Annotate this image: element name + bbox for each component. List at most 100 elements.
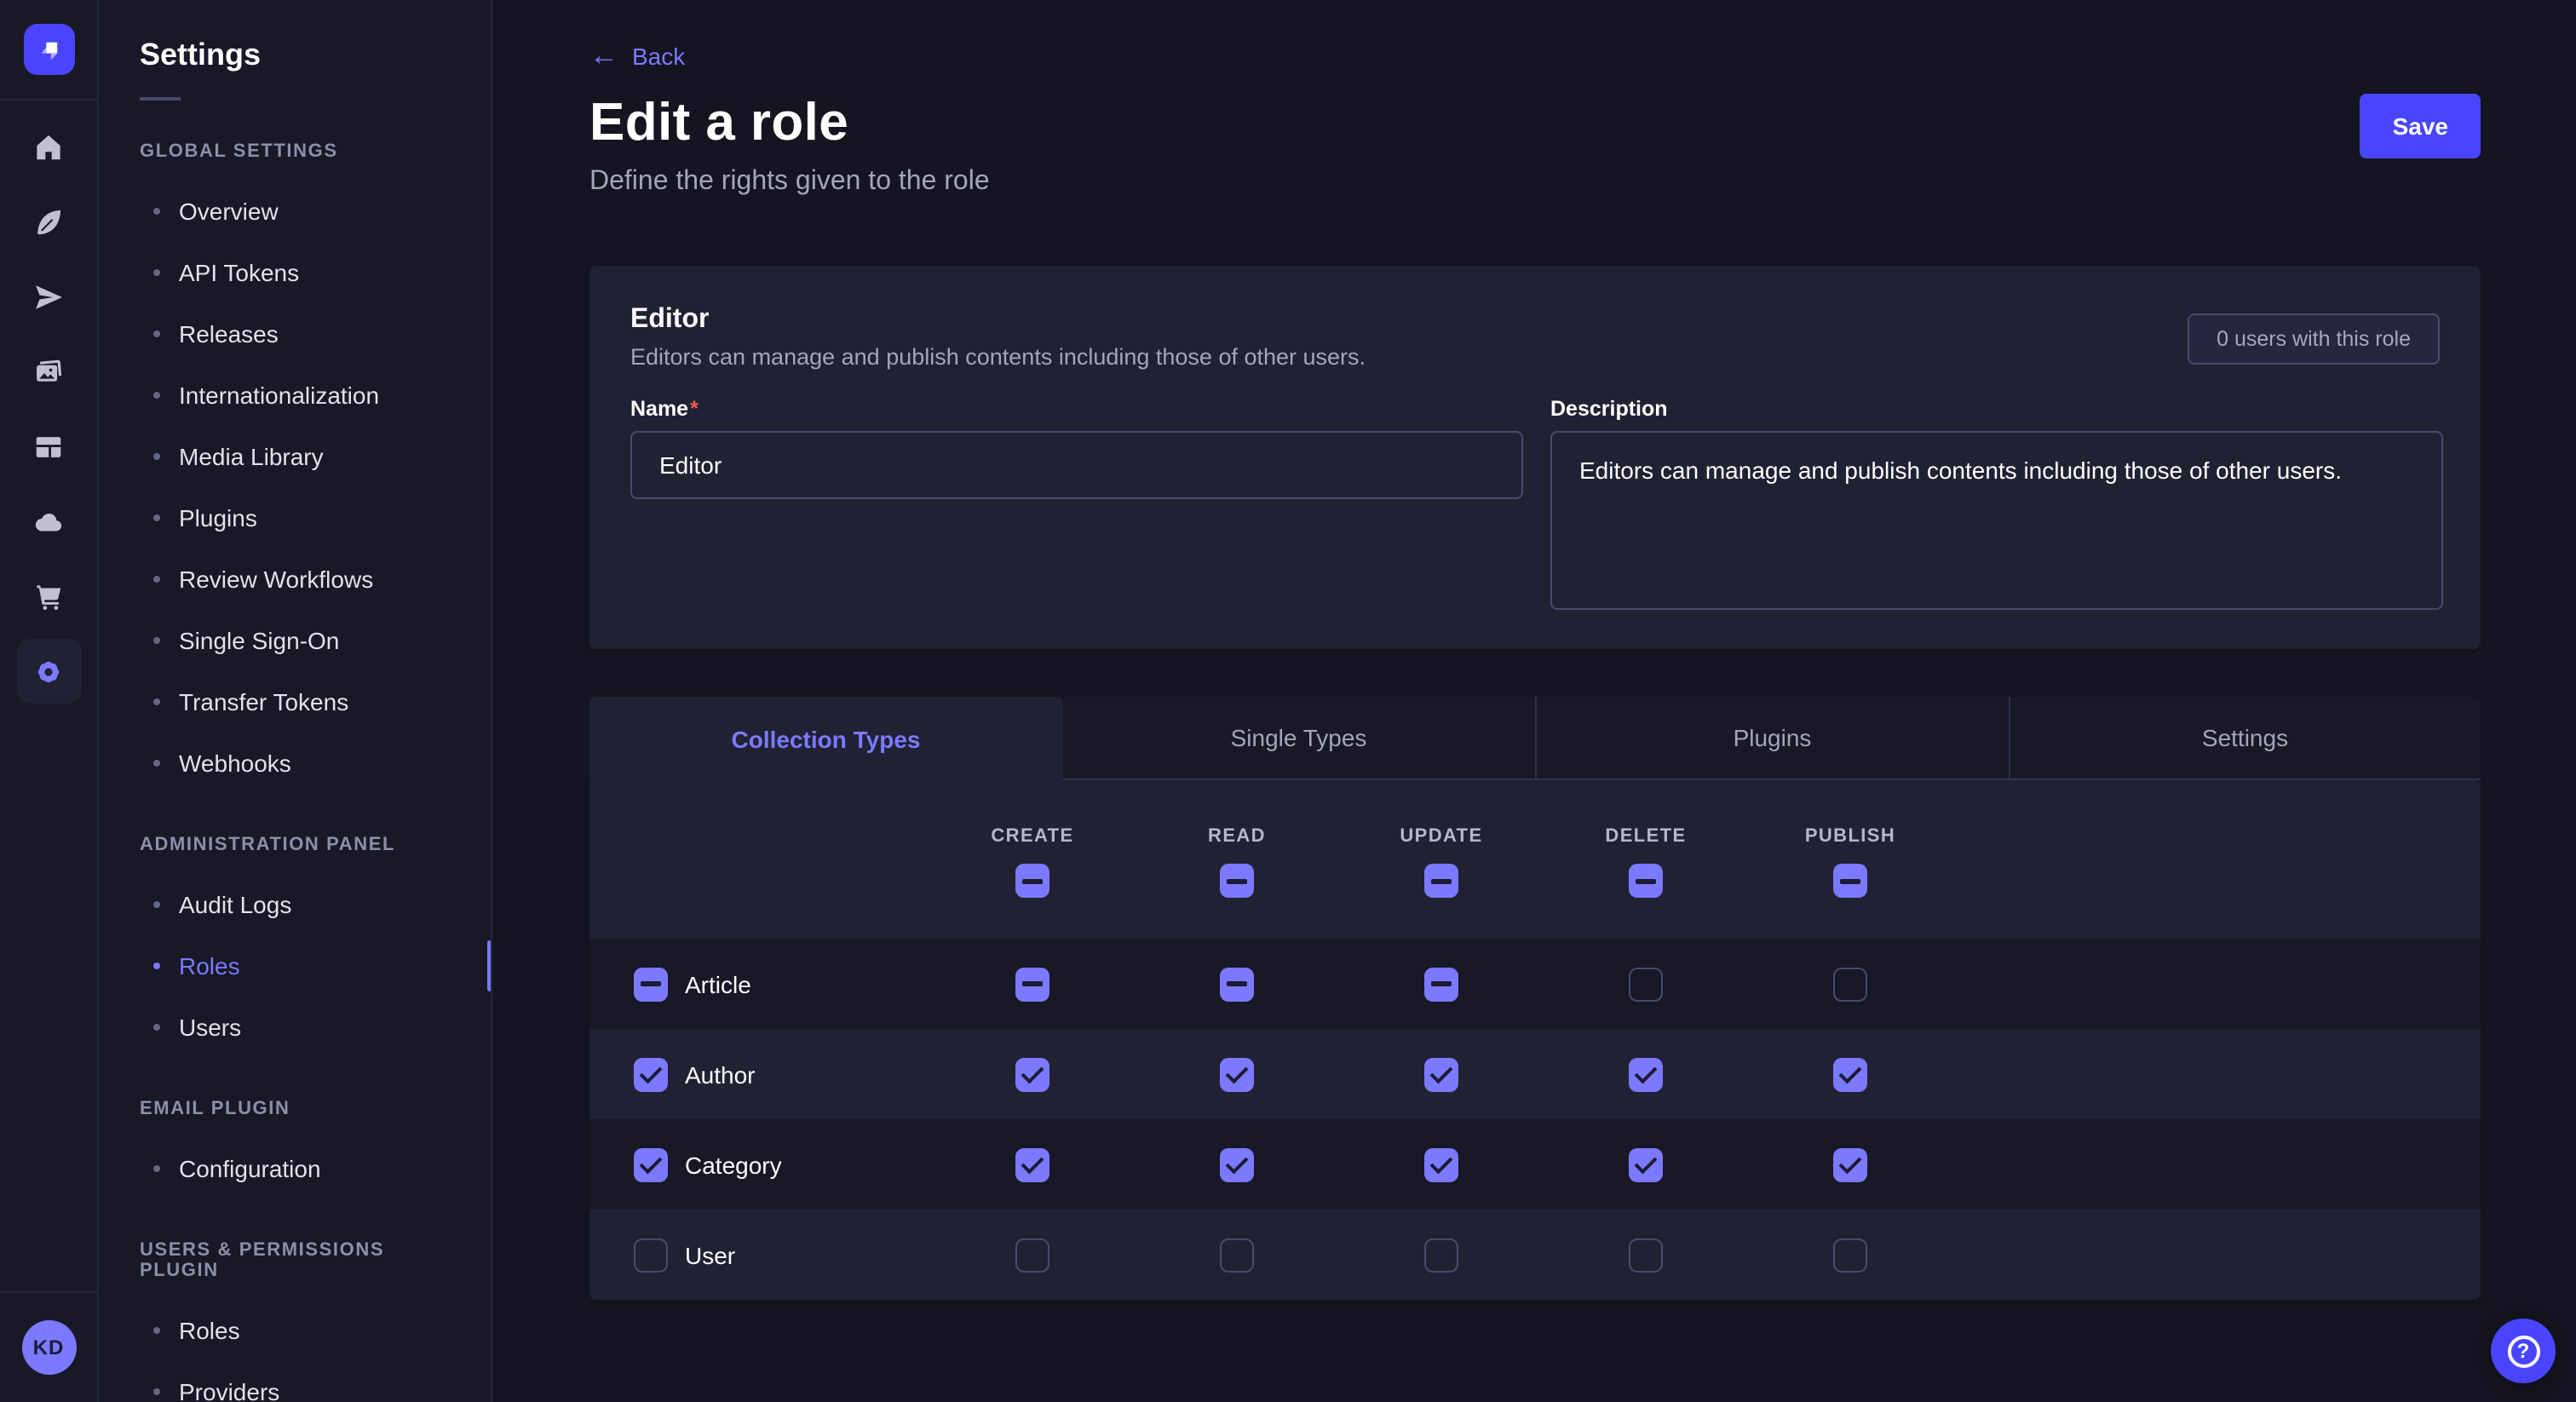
sidebar-item-label: Webhooks xyxy=(179,750,291,777)
save-button[interactable]: Save xyxy=(2360,94,2481,158)
gear-icon[interactable] xyxy=(16,639,81,704)
sidebar-item-label: Configuration xyxy=(179,1155,321,1182)
bullet-icon xyxy=(153,1388,160,1395)
permission-cell xyxy=(1748,1238,1952,1272)
rail-header xyxy=(0,0,97,101)
sidebar-item-single-sign-on[interactable]: Single Sign-On xyxy=(99,610,491,671)
sidebar-item-media-library[interactable]: Media Library xyxy=(99,426,491,487)
home-icon[interactable] xyxy=(16,114,81,179)
article-publish-checkbox[interactable] xyxy=(1833,967,1867,1001)
category-publish-checkbox[interactable] xyxy=(1833,1147,1867,1181)
avatar[interactable]: KD xyxy=(21,1320,76,1375)
author-create-checkbox[interactable] xyxy=(1015,1057,1049,1091)
tab-plugins[interactable]: Plugins xyxy=(1535,697,2008,780)
sidebar-item-roles[interactable]: Roles xyxy=(99,1300,491,1361)
permission-cell xyxy=(1544,1147,1748,1181)
bullet-icon xyxy=(153,962,160,969)
permission-cell xyxy=(1748,1057,1952,1091)
sidebar-item-transfer-tokens[interactable]: Transfer Tokens xyxy=(99,671,491,733)
user-read-checkbox[interactable] xyxy=(1220,1238,1254,1272)
category-delete-checkbox[interactable] xyxy=(1629,1147,1663,1181)
column-label: CREATE xyxy=(991,826,1073,847)
sidebar-section-label: GLOBAL SETTINGS xyxy=(140,141,450,162)
permission-cell xyxy=(1339,967,1544,1001)
cart-icon[interactable] xyxy=(16,564,81,629)
sidebar-item-internationalization[interactable]: Internationalization xyxy=(99,365,491,426)
column-label: DELETE xyxy=(1605,826,1686,847)
layout-icon[interactable] xyxy=(16,414,81,479)
article-delete-checkbox[interactable] xyxy=(1629,967,1663,1001)
tab-single-types[interactable]: Single Types xyxy=(1062,697,1535,780)
select-all-create-checkbox[interactable] xyxy=(1015,864,1049,898)
column-header-publish: PUBLISH xyxy=(1748,780,1952,939)
category-create-checkbox[interactable] xyxy=(1015,1147,1049,1181)
strapi-logo[interactable] xyxy=(23,24,74,75)
name-input[interactable] xyxy=(630,431,1523,499)
sidebar-item-users[interactable]: Users xyxy=(99,997,491,1058)
article-row-checkbox[interactable] xyxy=(634,967,668,1001)
table-row-category: Category xyxy=(589,1119,2481,1210)
users-with-role-badge[interactable]: 0 users with this role xyxy=(2188,313,2440,365)
select-all-read-checkbox[interactable] xyxy=(1220,864,1254,898)
permission-cell xyxy=(1544,1057,1748,1091)
description-field-group: Description Editors can manage and publi… xyxy=(1550,397,2443,610)
sidebar-item-roles[interactable]: Roles xyxy=(99,935,491,997)
tab-collection-types[interactable]: Collection Types xyxy=(589,697,1062,780)
select-all-delete-checkbox[interactable] xyxy=(1629,864,1663,898)
article-read-checkbox[interactable] xyxy=(1220,967,1254,1001)
row-header: Category xyxy=(589,1147,930,1181)
user-update-checkbox[interactable] xyxy=(1424,1238,1458,1272)
article-update-checkbox[interactable] xyxy=(1424,967,1458,1001)
bullet-icon xyxy=(153,698,160,705)
category-update-checkbox[interactable] xyxy=(1424,1147,1458,1181)
back-link[interactable]: ← Back xyxy=(589,0,685,70)
rail-nav xyxy=(0,101,97,704)
sidebar-sections: GLOBAL SETTINGS Overview API Tokens Release… xyxy=(99,141,491,1402)
author-update-checkbox[interactable] xyxy=(1424,1057,1458,1091)
sidebar-section-label: ADMINISTRATION PANEL xyxy=(140,835,450,855)
author-publish-checkbox[interactable] xyxy=(1833,1057,1867,1091)
sidebar-section: USERS & PERMISSIONS PLUGIN Roles Providers xyxy=(99,1240,491,1402)
permission-cell xyxy=(1135,1057,1339,1091)
sidebar-item-webhooks[interactable]: Webhooks xyxy=(99,733,491,794)
bullet-icon xyxy=(153,208,160,215)
user-create-checkbox[interactable] xyxy=(1015,1238,1049,1272)
sidebar-item-overview[interactable]: Overview xyxy=(99,181,491,242)
sidebar-item-label: Users xyxy=(179,1014,241,1041)
article-create-checkbox[interactable] xyxy=(1015,967,1049,1001)
tab-settings[interactable]: Settings xyxy=(2008,697,2481,780)
column-label: PUBLISH xyxy=(1805,826,1895,847)
sidebar-item-providers[interactable]: Providers xyxy=(99,1361,491,1402)
sidebar-item-configuration[interactable]: Configuration xyxy=(99,1138,491,1199)
sidebar-item-label: API Tokens xyxy=(179,259,299,286)
sidebar-item-api-tokens[interactable]: API Tokens xyxy=(99,242,491,303)
author-row-checkbox[interactable] xyxy=(634,1057,668,1091)
back-label: Back xyxy=(632,43,685,70)
sidebar-item-review-workflows[interactable]: Review Workflows xyxy=(99,549,491,610)
help-button[interactable]: ? xyxy=(2491,1319,2556,1383)
feather-icon[interactable] xyxy=(16,189,81,254)
user-row-checkbox[interactable] xyxy=(634,1238,668,1272)
sidebar-section-label: USERS & PERMISSIONS PLUGIN xyxy=(140,1240,450,1281)
select-all-publish-checkbox[interactable] xyxy=(1833,864,1867,898)
table-row-article: Article xyxy=(589,939,2481,1029)
sidebar-item-releases[interactable]: Releases xyxy=(99,303,491,365)
author-read-checkbox[interactable] xyxy=(1220,1057,1254,1091)
active-indicator xyxy=(487,940,492,991)
row-header: Article xyxy=(589,967,930,1001)
select-all-update-checkbox[interactable] xyxy=(1424,864,1458,898)
page-title: Edit a role xyxy=(589,92,2481,153)
paper-plane-icon[interactable] xyxy=(16,264,81,329)
cloud-icon[interactable] xyxy=(16,489,81,554)
sidebar-item-plugins[interactable]: Plugins xyxy=(99,487,491,549)
description-textarea[interactable]: Editors can manage and publish contents … xyxy=(1550,431,2443,610)
user-publish-checkbox[interactable] xyxy=(1833,1238,1867,1272)
user-delete-checkbox[interactable] xyxy=(1629,1238,1663,1272)
sidebar-item-label: Audit Logs xyxy=(179,891,291,918)
media-library-icon[interactable] xyxy=(16,339,81,404)
sidebar-item-audit-logs[interactable]: Audit Logs xyxy=(99,874,491,935)
category-row-checkbox[interactable] xyxy=(634,1147,668,1181)
category-read-checkbox[interactable] xyxy=(1220,1147,1254,1181)
author-delete-checkbox[interactable] xyxy=(1629,1057,1663,1091)
sidebar-item-label: Roles xyxy=(179,1317,240,1344)
